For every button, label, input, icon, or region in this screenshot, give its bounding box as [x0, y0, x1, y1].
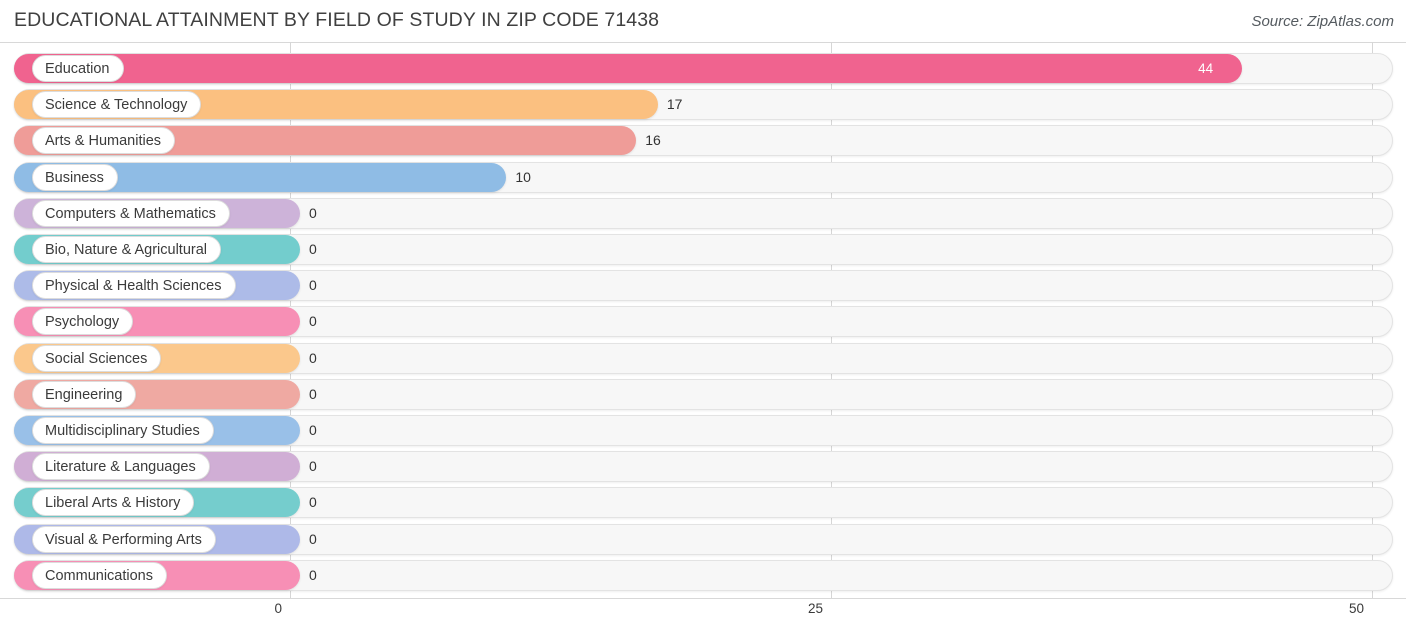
tick-label-50: 50: [1348, 601, 1364, 616]
bar-row[interactable]: Literature & Languages 0: [0, 451, 1406, 483]
value-label: 0: [309, 458, 317, 475]
category-label: Multidisciplinary Studies: [32, 417, 214, 444]
chart-plot-area: Education 44 Science & Technology 17 Arts & …: [0, 42, 1406, 598]
chart-header: EDUCATIONAL ATTAINMENT BY FIELD OF STUDY…: [0, 0, 1406, 42]
axis-line: [0, 598, 1406, 599]
bar-row[interactable]: Engineering 0: [0, 378, 1406, 410]
category-label: Visual & Performing Arts: [32, 525, 216, 553]
bar-rows: Education 44 Science & Technology 17 Arts & …: [0, 42, 1406, 598]
bar-row[interactable]: Communications 0: [0, 559, 1406, 591]
source-attribution: Source: ZipAtlas.com: [1251, 13, 1394, 30]
value-label: 0: [309, 313, 317, 330]
value-label: 0: [309, 385, 317, 402]
category-label: Communications: [32, 561, 167, 589]
value-bar[interactable]: [14, 54, 1243, 83]
x-axis: 0 25 50: [0, 598, 1406, 631]
category-label: Computers & Mathematics: [32, 199, 230, 227]
bar-row[interactable]: Psychology 0: [0, 306, 1406, 338]
category-label: Psychology: [32, 308, 134, 336]
bar-row[interactable]: Bio, Nature & Agricultural 0: [0, 234, 1406, 265]
value-label: 10: [515, 168, 531, 185]
category-label: Liberal Arts & History: [32, 489, 195, 517]
category-label: Arts & Humanities: [32, 127, 176, 155]
bar-row[interactable]: Visual & Performing Arts 0: [0, 523, 1406, 555]
value-label: 0: [309, 204, 317, 221]
value-label: 0: [309, 422, 317, 438]
value-label: 0: [309, 494, 317, 511]
page-title: EDUCATIONAL ATTAINMENT BY FIELD OF STUDY…: [14, 9, 660, 31]
category-label: Physical & Health Sciences: [32, 272, 236, 300]
value-label: 0: [309, 277, 317, 294]
category-label: Business: [32, 163, 118, 191]
bar-row[interactable]: Social Sciences 0: [0, 342, 1406, 374]
bar-row[interactable]: Physical & Health Sciences 0: [0, 270, 1406, 302]
category-label: Science & Technology: [32, 91, 202, 119]
bar-row[interactable]: Multidisciplinary Studies 0: [0, 415, 1406, 446]
value-label: 0: [309, 566, 317, 583]
bar-row[interactable]: Computers & Mathematics 0: [0, 197, 1406, 229]
value-label: 0: [309, 349, 317, 366]
value-label: 0: [309, 241, 317, 257]
category-label: Literature & Languages: [32, 453, 210, 481]
bar-row[interactable]: Arts & Humanities 16: [0, 125, 1406, 157]
tick-label-25: 25: [807, 601, 823, 616]
bar-row[interactable]: Education 44: [0, 53, 1406, 84]
category-label: Bio, Nature & Agricultural: [32, 236, 221, 263]
bar-row[interactable]: Liberal Arts & History 0: [0, 487, 1406, 519]
value-label-inside: 44: [1198, 61, 1214, 76]
tick-label-0: 0: [274, 601, 282, 616]
bar-row[interactable]: Science & Technology 17: [0, 89, 1406, 121]
category-label: Education: [32, 55, 124, 82]
value-label: 17: [666, 96, 683, 113]
category-label: Social Sciences: [32, 344, 162, 372]
value-label: 0: [309, 530, 317, 547]
category-label: Engineering: [32, 380, 137, 408]
bar-row[interactable]: Business 10: [0, 161, 1406, 193]
value-label: 16: [645, 132, 661, 149]
